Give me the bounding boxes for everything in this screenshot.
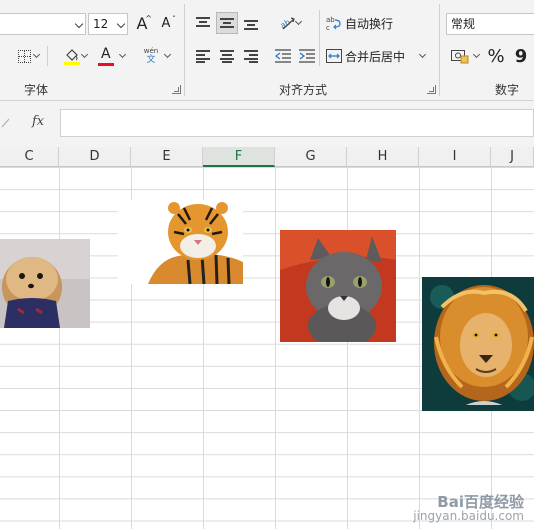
- column-header-e[interactable]: E: [131, 147, 203, 167]
- formula-controls: fx: [0, 109, 56, 137]
- lion-picture[interactable]: [422, 277, 534, 411]
- chevron-down-icon: [80, 50, 89, 59]
- merge-center-icon: [326, 49, 342, 63]
- column-gridline: [419, 167, 420, 529]
- svg-text:c: c: [326, 24, 330, 31]
- gray-kitten-picture[interactable]: [280, 230, 396, 342]
- wrap-text-icon: ab c: [326, 16, 341, 31]
- currency-icon: [451, 50, 469, 64]
- shrink-font-icon: A: [161, 15, 171, 31]
- column-header-h[interactable]: H: [347, 147, 419, 167]
- font-size-value: 12: [93, 17, 109, 31]
- column-header-d[interactable]: D: [59, 147, 131, 167]
- phonetic-icon: wén 文: [143, 47, 159, 65]
- pomeranian-dog-picture[interactable]: [0, 239, 90, 328]
- increase-indent-button[interactable]: [296, 45, 318, 67]
- align-left-icon: [196, 50, 210, 63]
- divider: [319, 10, 320, 66]
- increase-indent-icon: [299, 49, 315, 63]
- font-color-button[interactable]: A: [94, 44, 128, 68]
- column-header-g[interactable]: G: [275, 147, 347, 167]
- number-format-select[interactable]: 常规: [446, 13, 534, 35]
- fill-color-button[interactable]: [54, 44, 90, 68]
- middle-align-icon: [220, 17, 234, 29]
- alignment-group-label: 对齐方式: [279, 83, 328, 97]
- cancel-icon[interactable]: [0, 117, 12, 129]
- top-align-button[interactable]: [192, 12, 214, 34]
- comma-icon: 9: [514, 45, 528, 67]
- chevron-down-icon: [472, 50, 481, 59]
- formula-bar: fx: [0, 101, 534, 147]
- borders-button[interactable]: [6, 45, 42, 67]
- percent-icon: %: [487, 45, 505, 67]
- column-header-c[interactable]: C: [0, 147, 59, 167]
- svg-text:ab: ab: [279, 18, 292, 31]
- wrap-text-button[interactable]: ab c 自动换行: [326, 12, 398, 34]
- bottom-align-icon: [244, 17, 258, 30]
- shrink-font-button[interactable]: A ˇ: [156, 12, 176, 34]
- column-gridline: [347, 167, 348, 529]
- percent-style-button[interactable]: %: [484, 45, 508, 67]
- alignment-dialog-launcher-icon[interactable]: [427, 85, 436, 94]
- column-gridline: [275, 167, 276, 529]
- merge-center-button[interactable]: 合并后居中: [326, 45, 430, 67]
- number-group-label: 数字: [495, 83, 520, 97]
- ribbon: 12 A ^ A ˇ A wén 文 字体 ab ab c 自动换行 合并后居中…: [0, 0, 534, 101]
- decrease-indent-icon: [275, 49, 291, 63]
- chevron-down-icon: [74, 19, 84, 29]
- orientation-button[interactable]: ab: [272, 12, 304, 34]
- top-align-icon: [196, 17, 210, 29]
- number-format-value: 常规: [451, 17, 476, 31]
- phonetic-guide-button[interactable]: wén 文: [138, 44, 174, 68]
- column-header-i[interactable]: I: [419, 147, 491, 167]
- text-orientation-icon: ab: [279, 17, 295, 31]
- column-header-f[interactable]: F: [203, 147, 275, 167]
- align-center-button[interactable]: [216, 45, 238, 67]
- paint-bucket-icon: [64, 49, 80, 65]
- font-color-icon: A: [101, 46, 111, 62]
- align-right-button[interactable]: [240, 45, 262, 67]
- group-divider: [439, 4, 440, 96]
- chevron-down-icon: [118, 50, 127, 59]
- divider: [47, 46, 48, 66]
- gray-kitten-image: [280, 230, 396, 342]
- tiger-image: [118, 200, 243, 284]
- font-dialog-launcher-icon[interactable]: [172, 85, 181, 94]
- grow-font-button[interactable]: A ^: [132, 12, 152, 34]
- align-left-button[interactable]: [192, 45, 214, 67]
- chevron-down-icon: [32, 50, 41, 59]
- group-divider: [184, 4, 185, 96]
- tiger-picture[interactable]: [118, 200, 243, 284]
- baidu-jingyan-watermark: Bai百度经验 jingyan.baidu.com: [413, 493, 524, 524]
- chevron-down-icon: [418, 50, 427, 59]
- column-header-j[interactable]: J: [491, 147, 534, 167]
- merge-center-label: 合并后居中: [345, 49, 406, 64]
- font-size-select[interactable]: 12: [88, 13, 128, 35]
- svg-text:ab: ab: [326, 16, 335, 24]
- middle-align-button[interactable]: [216, 12, 238, 34]
- insert-function-button[interactable]: fx: [32, 114, 44, 129]
- pomeranian-dog-image: [0, 239, 90, 328]
- wrap-text-label: 自动换行: [345, 16, 394, 31]
- align-center-icon: [220, 50, 234, 63]
- accounting-format-button[interactable]: [446, 45, 482, 67]
- formula-input[interactable]: [60, 109, 534, 137]
- column-gridline: [59, 167, 60, 529]
- chevron-down-icon: [116, 19, 126, 29]
- font-group-label: 字体: [24, 83, 49, 97]
- comma-style-button[interactable]: 9: [510, 45, 532, 67]
- align-right-icon: [244, 50, 258, 63]
- bottom-align-button[interactable]: [240, 12, 262, 34]
- lion-image: [422, 277, 534, 411]
- decrease-indent-button[interactable]: [272, 45, 294, 67]
- border-icon: [17, 49, 31, 63]
- font-name-select[interactable]: [0, 13, 86, 35]
- chevron-down-icon: [163, 50, 172, 59]
